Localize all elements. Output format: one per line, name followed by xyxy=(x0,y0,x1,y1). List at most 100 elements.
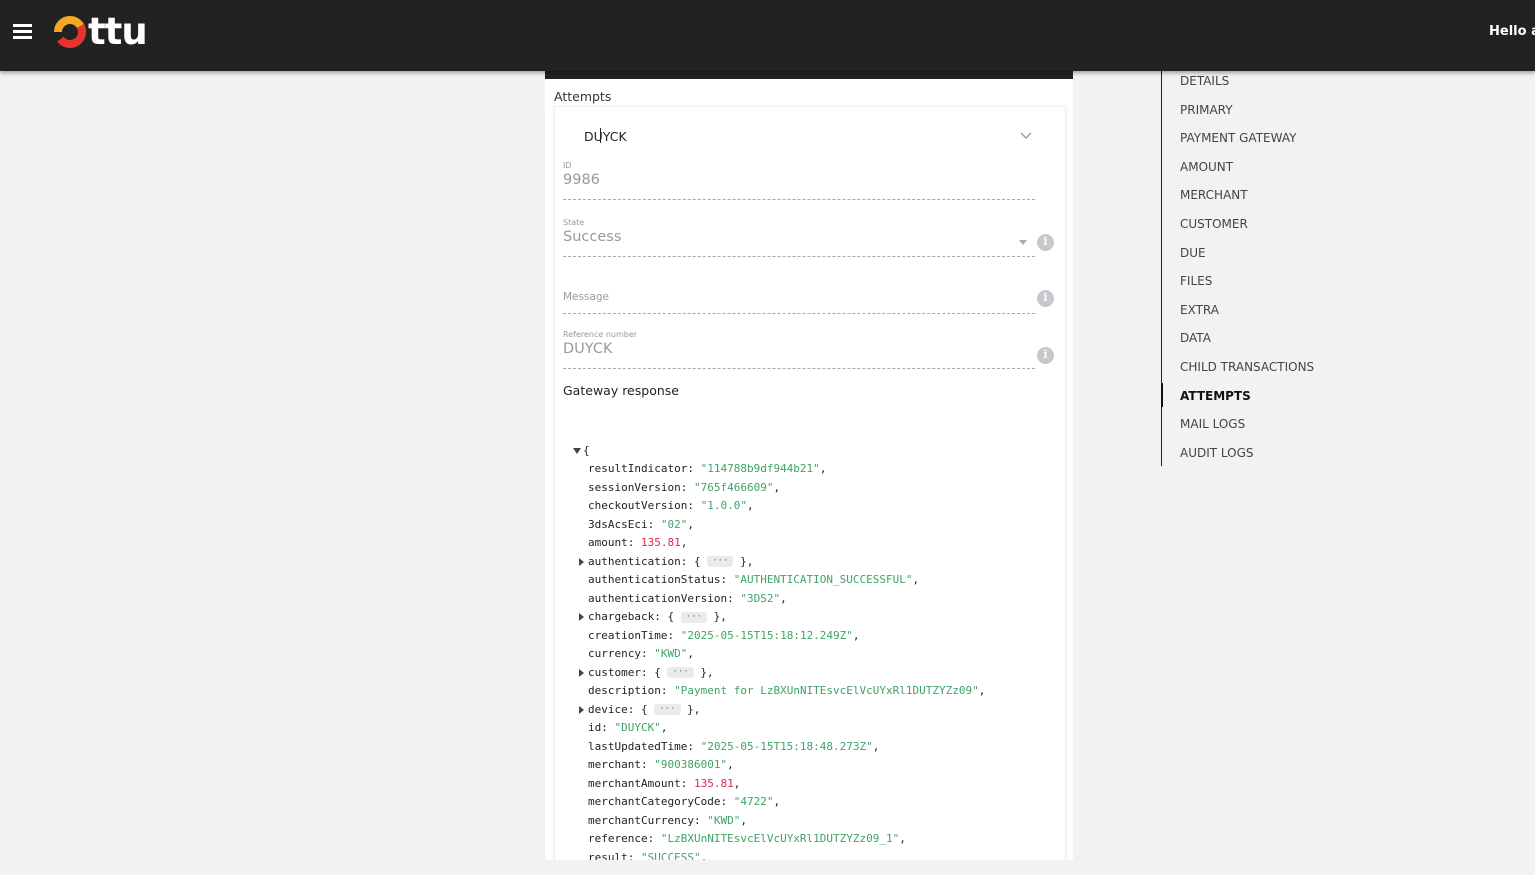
json-value: "KWD" xyxy=(654,647,688,660)
json-colon: : xyxy=(687,739,701,753)
nav-item-primary[interactable]: PRIMARY xyxy=(1180,103,1233,117)
json-comma: , xyxy=(773,795,781,808)
json-key: authenticationStatus xyxy=(588,573,721,586)
nav-item-attempts[interactable]: ATTEMPTS xyxy=(1180,389,1251,403)
nav-item-mail-logs[interactable]: MAIL LOGS xyxy=(1180,417,1245,431)
active-indicator xyxy=(1161,383,1163,407)
nav-item-audit-logs[interactable]: AUDIT LOGS xyxy=(1180,446,1254,460)
json-row-merchantamount: merchantAmount: 135.81, xyxy=(588,776,740,792)
json-key: sessionVersion xyxy=(588,480,681,494)
nav-item-amount[interactable]: AMOUNT xyxy=(1180,160,1233,174)
attempt-card: DUYCK ID 9986 State Success Message Refe… xyxy=(554,106,1066,860)
message-underline xyxy=(563,313,1035,314)
json-row-merchant: merchant: "900386001", xyxy=(588,757,734,773)
json-value: "4722" xyxy=(733,795,774,808)
reference-number-value[interactable]: DUYCK xyxy=(563,341,1035,357)
json-key: description xyxy=(588,684,661,697)
nav-item-files[interactable]: FILES xyxy=(1180,274,1212,288)
json-brace: { xyxy=(654,665,668,679)
state-field[interactable]: State Success xyxy=(563,218,1035,258)
json-brace: }, xyxy=(707,610,727,623)
json-collapsed-ellipsis[interactable]: ··· xyxy=(654,704,681,715)
json-row-merchantcurrency: merchantCurrency: "KWD", xyxy=(588,813,747,829)
json-collapsed-ellipsis[interactable]: ··· xyxy=(707,556,734,567)
user-greeting[interactable]: Hello al xyxy=(1489,24,1535,39)
gateway-response-title: Gateway response xyxy=(563,383,679,398)
json-colon: : xyxy=(680,776,694,790)
json-row-amount: amount: 135.81, xyxy=(588,535,687,551)
json-brace: { xyxy=(693,554,708,568)
transaction-panel: Attempts DUYCK ID 9986 State Success Mes… xyxy=(545,71,1073,860)
json-row-description: description: "Payment for LzBXUnNITEsvcE… xyxy=(588,683,985,699)
nav-item-details[interactable]: DETAILS xyxy=(1180,74,1229,88)
json-root: { xyxy=(573,443,590,459)
state-value[interactable]: Success xyxy=(563,229,1035,245)
nav-item-data[interactable]: DATA xyxy=(1180,331,1211,345)
json-row-customer[interactable]: customer: { ··· }, xyxy=(579,665,714,681)
json-value: "02" xyxy=(660,517,688,531)
expand-icon[interactable] xyxy=(579,557,584,566)
json-comma: , xyxy=(872,739,880,753)
reference-number-info-icon[interactable] xyxy=(1037,347,1054,364)
json-value: "1.0.0" xyxy=(700,499,747,512)
state-label: State xyxy=(563,218,585,227)
json-value: "AUTHENTICATION_SUCCESSFUL" xyxy=(733,573,913,586)
json-row-chargeback[interactable]: chargeback: { ··· }, xyxy=(579,609,727,625)
expand-icon[interactable] xyxy=(579,668,584,677)
logo-ring-icon xyxy=(54,16,86,48)
json-row-authenticationstatus: authenticationStatus: "AUTHENTICATION_SU… xyxy=(588,572,919,588)
json-value: "SUCCESS" xyxy=(641,850,701,861)
state-dropdown-arrow-icon[interactable] xyxy=(1019,240,1027,245)
collapse-root-icon[interactable] xyxy=(573,448,581,454)
nav-item-payment-gateway[interactable]: PAYMENT GATEWAY xyxy=(1180,131,1296,145)
json-comma: , xyxy=(680,536,688,549)
expand-icon[interactable] xyxy=(579,613,584,621)
json-collapsed-ellipsis[interactable]: ··· xyxy=(667,667,694,678)
json-comma: , xyxy=(700,850,708,861)
json-value: "3DS2" xyxy=(740,591,781,605)
json-comma: , xyxy=(978,684,986,697)
expand-icon[interactable] xyxy=(579,705,584,714)
ottu-logo[interactable]: ttu xyxy=(53,13,148,50)
json-comma: , xyxy=(687,647,694,660)
text-cursor xyxy=(600,128,601,143)
id-label: ID xyxy=(563,161,572,170)
state-underline xyxy=(563,256,1035,257)
json-row-lastupdatedtime: lastUpdatedTime: "2025-05-15T15:18:48.27… xyxy=(588,739,879,755)
attempt-select-value[interactable]: DUYCK xyxy=(584,129,627,144)
message-field[interactable]: Message xyxy=(563,291,1035,315)
json-row-3dsacseci: 3dsAcsEci: "02", xyxy=(588,517,694,533)
menu-icon[interactable] xyxy=(13,24,32,39)
json-row-authentication[interactable]: authentication: { ··· }, xyxy=(579,554,753,570)
json-value: 135.81 xyxy=(641,536,681,549)
nav-item-customer[interactable]: CUSTOMER xyxy=(1180,217,1248,231)
json-colon: : xyxy=(720,573,734,586)
json-colon: : xyxy=(640,665,655,679)
json-key: result xyxy=(588,850,628,861)
chevron-down-icon[interactable] xyxy=(1020,129,1032,141)
json-key: customer xyxy=(588,665,641,679)
state-info-icon[interactable] xyxy=(1037,234,1054,251)
json-colon: : xyxy=(660,684,675,697)
nav-item-merchant[interactable]: MERCHANT xyxy=(1180,188,1248,202)
reference-number-field[interactable]: Reference number DUYCK xyxy=(563,330,1035,370)
json-row-device[interactable]: device: { ··· }, xyxy=(579,702,700,718)
message-info-icon[interactable] xyxy=(1037,290,1054,307)
nav-item-extra[interactable]: EXTRA xyxy=(1180,303,1219,317)
json-colon: : xyxy=(687,499,701,512)
json-key: lastUpdatedTime xyxy=(588,739,688,753)
nav-item-due[interactable]: DUE xyxy=(1180,246,1206,260)
json-brace: }, xyxy=(693,665,714,679)
json-row-resultindicator: resultIndicator: "114788b9df944b21", xyxy=(588,461,826,477)
nav-item-child-transactions[interactable]: CHILD TRANSACTIONS xyxy=(1180,360,1314,374)
json-value: "DUYCK" xyxy=(614,721,661,734)
json-colon: : xyxy=(727,591,741,605)
json-colon: : xyxy=(647,517,661,531)
json-key: id xyxy=(588,721,602,734)
json-comma: , xyxy=(899,832,906,845)
json-collapsed-ellipsis[interactable]: ··· xyxy=(680,611,707,623)
json-row-sessionversion: sessionVersion: "765f466609", xyxy=(588,480,780,496)
json-value: "114788b9df944b21" xyxy=(700,462,820,475)
id-field: ID 9986 xyxy=(563,161,1035,201)
json-key: merchant xyxy=(588,758,641,771)
